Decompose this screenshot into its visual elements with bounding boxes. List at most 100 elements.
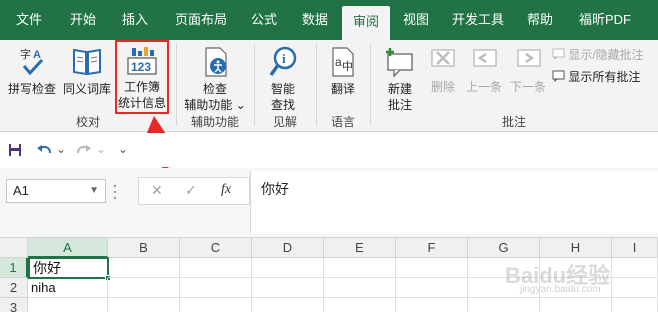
spell-check-label: 拼写检查 — [7, 82, 56, 96]
row-header-3[interactable]: 3 — [0, 298, 28, 312]
row-header-1[interactable]: 1 — [0, 258, 28, 278]
highlight-box — [115, 40, 169, 114]
cell-b3[interactable] — [108, 298, 180, 312]
chevron-down-icon: ▼ — [89, 185, 99, 196]
show-all-comments-button[interactable]: 显示所有批注 — [552, 68, 640, 85]
cell-d3[interactable] — [252, 298, 324, 312]
svg-text:中: 中 — [342, 60, 353, 73]
enter-icon[interactable]: ✓ — [185, 182, 197, 199]
column-header-e[interactable]: E — [324, 238, 396, 258]
next-comment-icon — [517, 49, 541, 67]
customize-qat-caret[interactable]: ⌄ — [118, 142, 128, 156]
row-header-2[interactable]: 2 — [0, 278, 28, 298]
cell-b2[interactable] — [108, 278, 180, 298]
thesaurus-button[interactable]: 同义词库 — [60, 44, 114, 112]
column-header-f[interactable]: F — [396, 238, 468, 258]
tab-data[interactable]: 数据 — [295, 0, 335, 40]
column-header-a[interactable]: A — [28, 238, 108, 258]
formula-buttons: ✕ ✓ fx — [138, 177, 250, 205]
previous-comment-label: 上一条 — [465, 80, 502, 94]
show-hide-comment-label: 显示/隐藏批注 — [568, 48, 644, 62]
tab-page-layout[interactable]: 页面布局 — [168, 0, 234, 40]
tab-home[interactable]: 开始 — [62, 0, 104, 40]
svg-text:A: A — [33, 49, 41, 61]
cell-c1[interactable] — [180, 258, 252, 278]
cell-e1[interactable] — [324, 258, 396, 278]
smart-lookup-button[interactable]: i 智能 查找 — [260, 44, 306, 112]
select-all-corner[interactable] — [0, 238, 28, 258]
cell-g3[interactable] — [468, 298, 540, 312]
new-comment-icon — [386, 48, 413, 78]
formula-bar: A1 ▼ ✕ ✓ fx 你好 — [0, 168, 658, 238]
delete-comment-button[interactable]: 删除 — [424, 44, 462, 94]
name-box-value: A1 — [13, 183, 29, 198]
cell-f2[interactable] — [396, 278, 468, 298]
cell-a3[interactable] — [28, 298, 108, 312]
spell-check-button[interactable]: 字 A 拼写检查 — [6, 44, 58, 112]
cell-c3[interactable] — [180, 298, 252, 312]
tab-insert[interactable]: 插入 — [114, 0, 156, 40]
language-group-label: 语言 — [330, 115, 355, 129]
insert-function-icon[interactable]: fx — [221, 182, 231, 198]
check-accessibility-button[interactable]: 检查 辅助功能 ⌄ — [180, 44, 250, 112]
spell-check-icon: 字 A — [20, 47, 44, 76]
cancel-icon[interactable]: ✕ — [151, 182, 163, 199]
previous-comment-icon — [473, 49, 497, 67]
name-box[interactable]: A1 ▼ — [6, 179, 106, 203]
book-icon — [73, 48, 101, 76]
previous-comment-button[interactable]: 上一条 — [462, 44, 506, 94]
cell-h3[interactable] — [540, 298, 612, 312]
cell-i1[interactable] — [612, 258, 658, 278]
translate-label: 翻译 — [330, 82, 355, 96]
column-header-g[interactable]: G — [468, 238, 540, 258]
show-all-comments-icon — [552, 70, 565, 83]
new-comment-button[interactable]: 新建 批注 — [376, 44, 424, 112]
thesaurus-label: 同义词库 — [62, 82, 111, 96]
accessibility-icon — [205, 47, 227, 77]
cell-e3[interactable] — [324, 298, 396, 312]
smart-lookup-label-line1: 智能 — [270, 82, 295, 96]
ribbon-tab-bar: 文件 开始 插入 页面布局 公式 数据 审阅 视图 开发工具 帮助 福昕PDF — [0, 0, 658, 40]
tab-formulas[interactable]: 公式 — [244, 0, 284, 40]
column-header-b[interactable]: B — [108, 238, 180, 258]
cell-d1[interactable] — [252, 258, 324, 278]
cell-a1[interactable]: 你好 — [28, 257, 109, 279]
column-header-i[interactable]: I — [612, 238, 658, 258]
cell-a2[interactable]: niha — [28, 278, 108, 298]
tab-developer[interactable]: 开发工具 — [446, 0, 510, 40]
tab-file[interactable]: 文件 — [8, 0, 50, 40]
ribbon: 字 A 拼写检查 同义词库 123 工作簿 统计信息 校对 检查 辅助功能 ⌄ … — [0, 40, 658, 132]
cell-b1[interactable] — [108, 258, 180, 278]
undo-dropdown-caret[interactable]: ⌄ — [56, 142, 66, 156]
tab-review[interactable]: 审阅 — [342, 6, 390, 40]
tab-view[interactable]: 视图 — [396, 0, 436, 40]
cell-i2[interactable] — [612, 278, 658, 298]
cell-e2[interactable] — [324, 278, 396, 298]
tab-help[interactable]: 帮助 — [520, 0, 560, 40]
show-hide-comment-button[interactable]: 显示/隐藏批注 — [552, 46, 644, 63]
insights-group-label: 见解 — [272, 115, 297, 129]
save-icon[interactable] — [8, 143, 22, 157]
undo-icon[interactable] — [36, 143, 52, 157]
column-header-h[interactable]: H — [540, 238, 612, 258]
cell-d2[interactable] — [252, 278, 324, 298]
cell-f1[interactable] — [396, 258, 468, 278]
next-comment-button[interactable]: 下一条 — [506, 44, 550, 94]
cell-c2[interactable] — [180, 278, 252, 298]
comments-group-label: 批注 — [501, 115, 526, 129]
quick-access-toolbar: ⌄ ⌄ ⌄ — [0, 133, 658, 167]
new-comment-label-line2: 批注 — [387, 98, 412, 112]
tab-foxit-pdf[interactable]: 福昕PDF — [570, 0, 640, 40]
cell-f3[interactable] — [396, 298, 468, 312]
show-all-comments-label: 显示所有批注 — [568, 70, 641, 84]
column-header-c[interactable]: C — [180, 238, 252, 258]
smart-lookup-icon: i — [269, 46, 297, 77]
cell-i3[interactable] — [612, 298, 658, 312]
translate-icon: a 中 — [332, 47, 354, 77]
translate-button[interactable]: a 中 翻译 — [322, 44, 364, 112]
column-header-d[interactable]: D — [252, 238, 324, 258]
redo-icon[interactable] — [76, 143, 92, 157]
check-accessibility-label-line1: 检查 — [202, 82, 227, 96]
formula-input[interactable]: 你好 — [250, 171, 658, 233]
redo-dropdown-caret[interactable]: ⌄ — [96, 142, 106, 156]
